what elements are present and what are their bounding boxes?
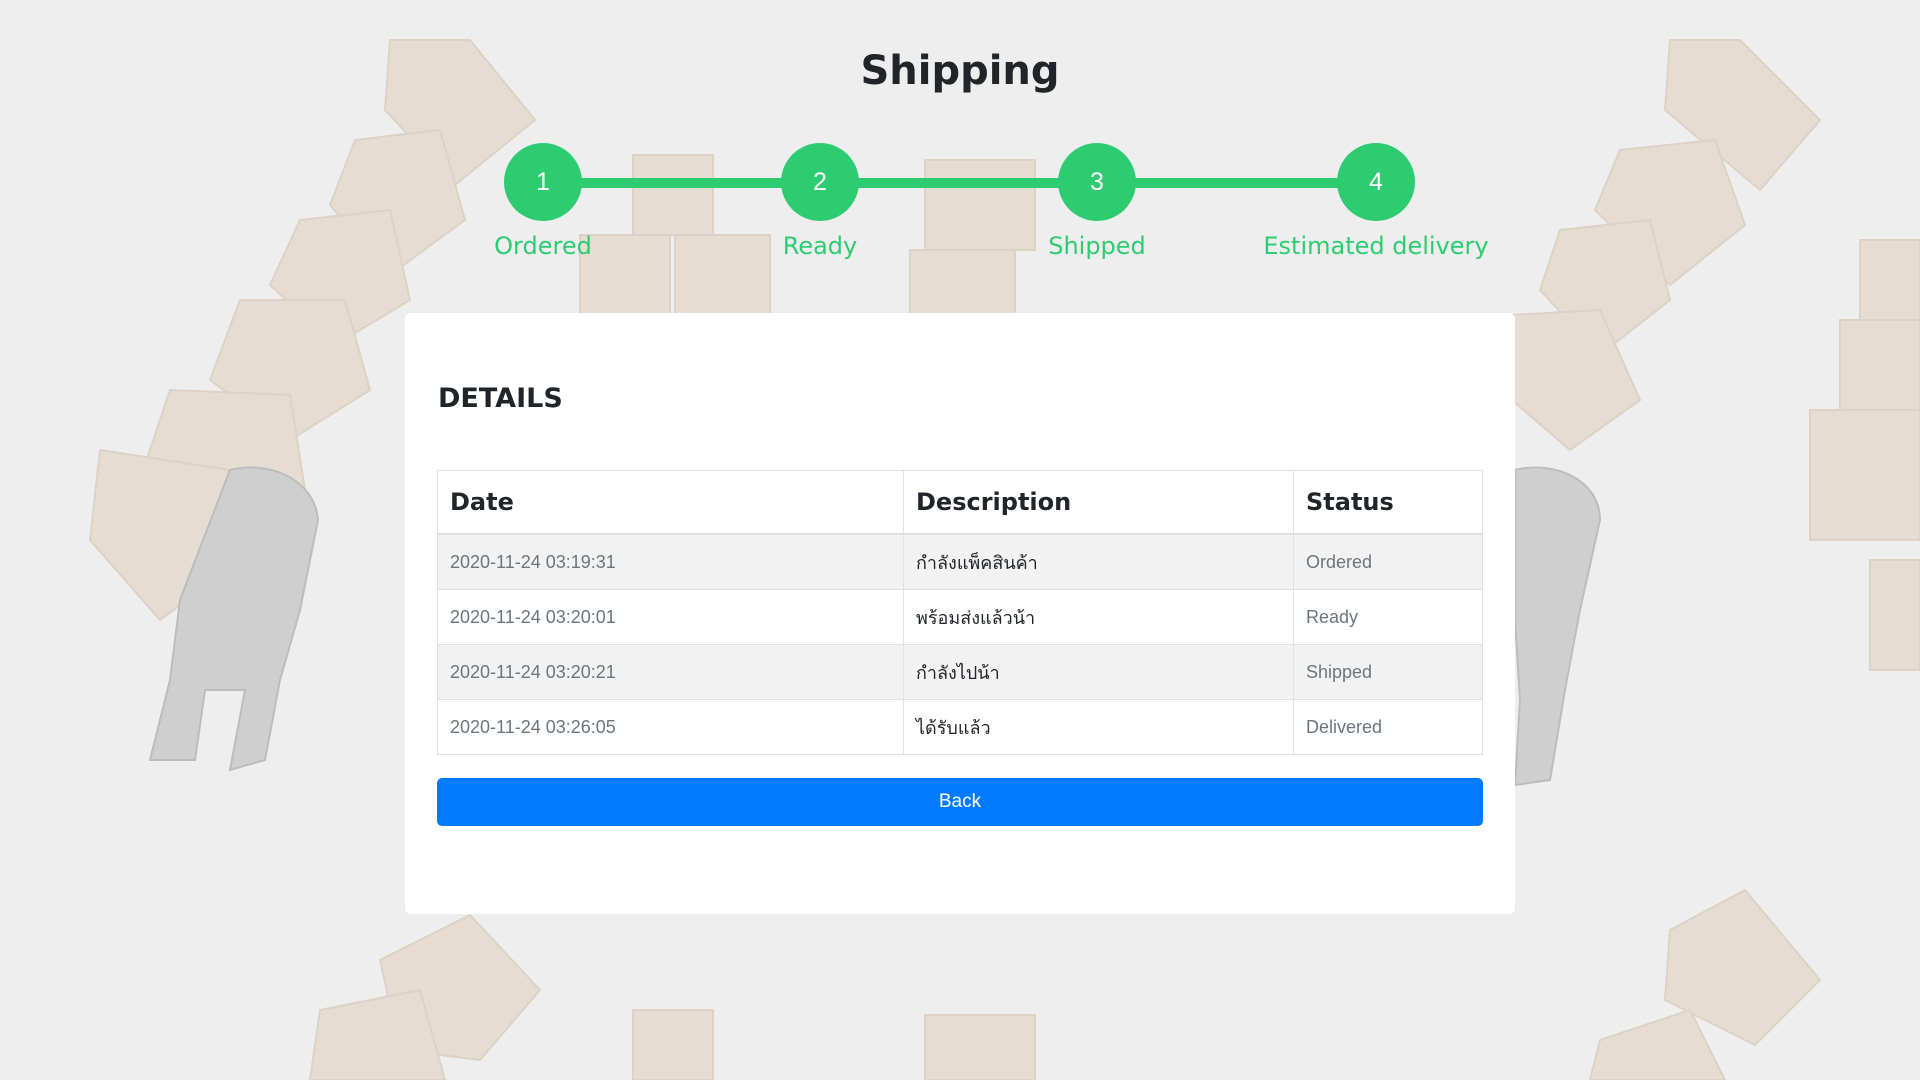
row-date: 2020-11-24 03:19:31 [437,533,904,590]
row-date: 2020-11-24 03:20:21 [437,644,904,700]
row-status: Ordered [1293,533,1483,590]
column-header-description: Description [903,470,1294,535]
row-date: 2020-11-24 03:26:05 [437,699,904,755]
step-label: Estimated delivery [1263,232,1489,260]
row-date: 2020-11-24 03:20:01 [437,589,904,645]
step-number-badge: 2 [781,143,859,221]
row-status: Delivered [1293,699,1483,755]
table-row: 2020-11-24 03:20:01 พร้อมส่งแล้วน้า Read… [437,589,1483,645]
back-button[interactable]: Back [437,778,1483,826]
step-ready: 2 Ready [670,143,970,260]
row-status: Shipped [1293,644,1483,700]
details-card: DETAILS Date Description Status 2020-11-… [405,313,1515,914]
step-label: Shipped [1048,232,1146,260]
shipping-progress-tracker: 1 Ordered 2 Ready 3 Shipped 4 Estimated … [0,143,1920,273]
step-label: Ready [782,232,858,260]
row-description: กำลังไปน้า [903,644,1294,700]
row-description: ได้รับแล้ว [903,699,1294,755]
step-number-badge: 3 [1058,143,1136,221]
row-description: กำลังแพ็คสินค้า [903,533,1294,590]
step-estimated-delivery: 4 Estimated delivery [1226,143,1526,260]
step-number-badge: 4 [1337,143,1415,221]
details-heading: DETAILS [438,383,563,414]
step-ordered: 1 Ordered [393,143,693,260]
step-number-badge: 1 [504,143,582,221]
page-title: Shipping [860,48,1060,94]
table-row: 2020-11-24 03:20:21 กำลังไปน้า Shipped [437,644,1483,700]
row-status: Ready [1293,589,1483,645]
table-row: 2020-11-24 03:26:05 ได้รับแล้ว Delivered [437,699,1483,755]
table-row: 2020-11-24 03:19:31 กำลังแพ็คสินค้า Orde… [437,533,1483,590]
step-shipped: 3 Shipped [947,143,1247,260]
table-header-row: Date Description Status [437,470,1483,535]
column-header-date: Date [437,470,904,535]
step-label: Ordered [494,232,592,260]
details-table: Date Description Status 2020-11-24 03:19… [437,470,1483,755]
column-header-status: Status [1293,470,1483,535]
row-description: พร้อมส่งแล้วน้า [903,589,1294,645]
